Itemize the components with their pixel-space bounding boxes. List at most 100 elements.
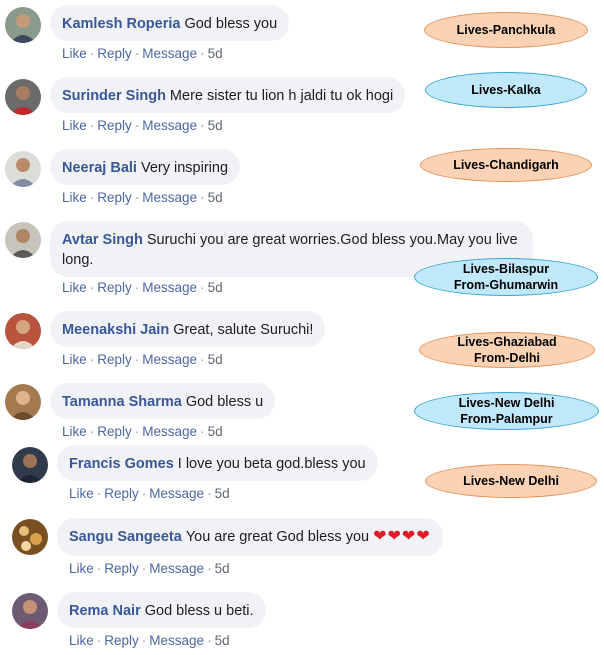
timestamp[interactable]: 5d xyxy=(208,46,223,61)
message-link[interactable]: Message xyxy=(142,352,197,367)
separator: · xyxy=(134,190,140,205)
comment-actions: Like · Reply · Message · 5d xyxy=(62,280,223,295)
reply-link[interactable]: Reply xyxy=(97,46,132,61)
location-label: Lives-Bilaspur From-Ghumarwin xyxy=(414,258,598,296)
avatar[interactable] xyxy=(5,7,41,43)
avatar[interactable] xyxy=(5,384,41,420)
like-link[interactable]: Like xyxy=(69,561,94,576)
timestamp[interactable]: 5d xyxy=(208,424,223,439)
separator: · xyxy=(89,190,95,205)
reply-link[interactable]: Reply xyxy=(104,633,139,648)
comment-author[interactable]: Meenakshi Jain xyxy=(62,322,169,338)
location-label-text: Lives-Ghaziabad xyxy=(457,335,557,349)
like-link[interactable]: Like xyxy=(62,46,87,61)
timestamp[interactable]: 5d xyxy=(208,118,223,133)
separator: · xyxy=(207,486,212,501)
reply-link[interactable]: Reply xyxy=(104,486,139,501)
separator: · xyxy=(134,46,140,61)
reply-link[interactable]: Reply xyxy=(97,190,132,205)
comment-text: Mere sister tu lion h jaldi tu ok hogi xyxy=(169,88,394,104)
timestamp[interactable]: 5d xyxy=(208,280,223,295)
message-link[interactable]: Message xyxy=(149,633,204,648)
location-label-text: Lives-New Delhi xyxy=(458,396,555,410)
location-label: Lives-New Delhi xyxy=(425,464,597,498)
avatar[interactable] xyxy=(5,222,41,258)
avatar[interactable] xyxy=(5,313,41,349)
location-label: Lives-Chandigarh xyxy=(420,148,592,182)
timestamp[interactable]: 5d xyxy=(215,633,230,648)
avatar[interactable] xyxy=(12,447,48,483)
separator: · xyxy=(89,280,95,295)
comment-author[interactable]: Francis Gomes xyxy=(69,456,174,472)
comment-author[interactable]: Avtar Singh xyxy=(62,232,143,248)
reply-link[interactable]: Reply xyxy=(97,280,132,295)
reply-link[interactable]: Reply xyxy=(104,561,139,576)
comment-bubble: Tamanna Sharma God bless u xyxy=(50,383,276,419)
location-label-text: Lives-Panchkula xyxy=(456,23,556,37)
reply-link[interactable]: Reply xyxy=(97,118,132,133)
like-link[interactable]: Like xyxy=(62,190,87,205)
avatar[interactable] xyxy=(5,151,41,187)
comment-author[interactable]: Neeraj Bali xyxy=(62,160,137,176)
comment-text: God bless you xyxy=(184,16,278,32)
message-link[interactable]: Message xyxy=(142,424,197,439)
location-label: Lives-Kalka xyxy=(425,72,587,108)
comment-text: You are great God bless you xyxy=(185,529,370,545)
avatar[interactable] xyxy=(5,79,41,115)
message-link[interactable]: Message xyxy=(142,280,197,295)
avatar[interactable] xyxy=(12,593,48,629)
message-link[interactable]: Message xyxy=(142,46,197,61)
comment-bubble: Rema Nair God bless u beti. xyxy=(57,592,266,628)
like-link[interactable]: Like xyxy=(69,486,94,501)
location-label-text: Lives-Chandigarh xyxy=(453,158,559,172)
separator: · xyxy=(96,633,102,648)
comment-text: I love you beta god.bless you xyxy=(177,456,366,472)
separator: · xyxy=(200,190,205,205)
comment-actions: Like · Reply · Message · 5d xyxy=(62,352,223,367)
separator: · xyxy=(200,118,205,133)
like-link[interactable]: Like xyxy=(62,118,87,133)
avatar[interactable] xyxy=(12,519,48,555)
comment-text: Very inspiring xyxy=(140,160,229,176)
timestamp[interactable]: 5d xyxy=(215,561,230,576)
like-link[interactable]: Like xyxy=(62,424,87,439)
comment-author[interactable]: Tamanna Sharma xyxy=(62,394,182,410)
timestamp[interactable]: 5d xyxy=(208,190,223,205)
separator: · xyxy=(141,561,147,576)
separator: · xyxy=(89,424,95,439)
separator: · xyxy=(200,424,205,439)
separator: · xyxy=(134,352,140,367)
like-link[interactable]: Like xyxy=(62,280,87,295)
timestamp[interactable]: 5d xyxy=(215,486,230,501)
comment-actions: Like · Reply · Message · 5d xyxy=(69,486,230,501)
like-link[interactable]: Like xyxy=(69,633,94,648)
separator: · xyxy=(89,118,95,133)
message-link[interactable]: Message xyxy=(142,190,197,205)
origin-label-text: From-Ghumarwin xyxy=(453,278,559,292)
comment-bubble: Francis Gomes I love you beta god.bless y… xyxy=(57,445,378,481)
message-link[interactable]: Message xyxy=(142,118,197,133)
separator: · xyxy=(134,424,140,439)
separator: · xyxy=(134,118,140,133)
separator: · xyxy=(207,633,212,648)
separator: · xyxy=(134,280,140,295)
comment-bubble: Neeraj Bali Very inspiring xyxy=(50,149,241,185)
comment-author[interactable]: Sangu Sangeeta xyxy=(69,529,182,545)
reply-link[interactable]: Reply xyxy=(97,352,132,367)
comment-text: God bless u xyxy=(185,394,264,410)
comment-author[interactable]: Kamlesh Roperia xyxy=(62,16,180,32)
heart-emojis: ❤❤❤❤ xyxy=(373,528,431,545)
timestamp[interactable]: 5d xyxy=(208,352,223,367)
message-link[interactable]: Message xyxy=(149,561,204,576)
location-label: Lives-New Delhi From-Palampur xyxy=(414,392,599,430)
comment-actions: Like · Reply · Message · 5d xyxy=(62,424,223,439)
separator: · xyxy=(89,46,95,61)
message-link[interactable]: Message xyxy=(149,486,204,501)
comment-bubble: Kamlesh Roperia God bless you xyxy=(50,5,290,41)
reply-link[interactable]: Reply xyxy=(97,424,132,439)
comment-actions: Like · Reply · Message · 5d xyxy=(62,118,223,133)
comment-bubble: Meenakshi Jain Great, salute Suruchi! xyxy=(50,311,326,347)
comment-author[interactable]: Rema Nair xyxy=(69,603,141,619)
like-link[interactable]: Like xyxy=(62,352,87,367)
comment-author[interactable]: Surinder Singh xyxy=(62,88,166,104)
